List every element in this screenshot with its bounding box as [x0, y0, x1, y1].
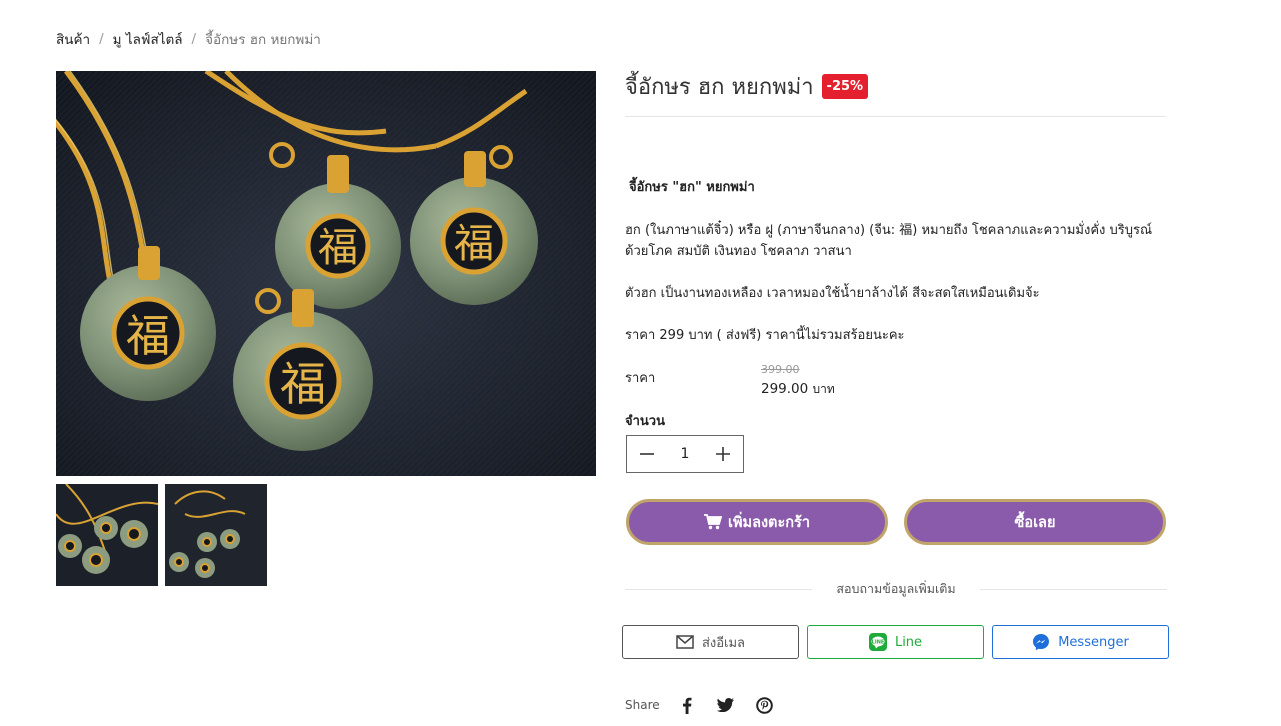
description-paragraph: ราคา 299 บาท ( ส่งฟรี) ราคานี้ไม่รวมสร้อ…	[625, 328, 905, 343]
product-main-image[interactable]: 福 福 福 福	[56, 71, 596, 476]
share-label: Share	[625, 698, 660, 712]
inquiry-title: สอบถามข้อมูลเพิ่มเติม	[836, 581, 956, 596]
title-divider	[625, 116, 1166, 117]
facebook-icon[interactable]	[678, 696, 696, 714]
cart-icon	[704, 514, 723, 530]
messenger-icon	[1032, 633, 1050, 651]
buy-now-label: ซื้อเลย	[1014, 514, 1056, 531]
twitter-icon[interactable]	[717, 696, 735, 714]
svg-text:福: 福	[126, 311, 170, 362]
product-thumbnail-2[interactable]	[165, 484, 267, 586]
share-bar: Share	[625, 693, 795, 717]
product-title: จี้อักษร ฮก หยกพม่า	[625, 75, 814, 100]
breadcrumb-item-products[interactable]: สินค้า	[56, 28, 90, 50]
description-paragraph: ตัวฮก เป็นงานทองเหลือง เวลาหมองใช้น้ำยาล…	[625, 286, 1040, 301]
breadcrumb-current: จี้อักษร ฮก หยกพม่า	[205, 32, 321, 48]
email-contact-button[interactable]: ส่งอีเมล	[622, 625, 799, 659]
svg-text:福: 福	[454, 221, 494, 267]
breadcrumb: สินค้า / มู ไลฟ์สไตล์ / จี้อักษร ฮก หยกพ…	[56, 28, 321, 50]
currency-label: บาท	[812, 382, 835, 396]
plus-icon	[716, 447, 730, 461]
messenger-contact-button[interactable]: Messenger	[992, 625, 1169, 659]
envelope-icon	[676, 635, 694, 649]
sale-price-value: 299.00	[761, 381, 809, 397]
breadcrumb-item-mu-lifestyle[interactable]: มู ไลฟ์สไตล์	[113, 28, 183, 50]
pinterest-icon[interactable]	[756, 696, 774, 714]
add-to-cart-button[interactable]: เพิ่มลงตะกร้า	[626, 499, 888, 545]
buy-now-button[interactable]: ซื้อเลย	[904, 499, 1166, 545]
product-thumbnail-1[interactable]	[56, 484, 158, 586]
product-title-row: จี้อักษร ฮก หยกพม่า -25%	[625, 69, 869, 104]
line-icon: LINE	[868, 633, 887, 651]
minus-icon	[640, 453, 654, 455]
quantity-increase-button[interactable]	[703, 436, 743, 472]
email-contact-label: ส่งอีเมล	[701, 635, 746, 651]
breadcrumb-separator: /	[191, 31, 197, 47]
sale-price: 299.00 บาท	[761, 380, 835, 399]
breadcrumb-separator: /	[99, 31, 104, 47]
add-to-cart-label: เพิ่มลงตะกร้า	[728, 514, 810, 531]
svg-text:LINE: LINE	[872, 640, 885, 646]
quantity-stepper: 1	[626, 435, 744, 473]
svg-text:福: 福	[280, 357, 326, 411]
original-price: 399.00	[761, 363, 800, 376]
line-contact-label: Line	[894, 634, 923, 650]
description-heading: จี้อักษร "ฮก" หยกพม่า	[629, 180, 755, 195]
quantity-input[interactable]: 1	[667, 446, 703, 462]
line-contact-button[interactable]: LINE Line	[807, 625, 984, 659]
price-label: ราคา	[625, 371, 656, 386]
description-paragraph: ฮก (ในภาษาแต้จิ๋ว) หรือ ฝู (ภาษาจีนกลาง)…	[625, 223, 1153, 259]
divider-line	[979, 588, 1168, 590]
quantity-label: จำนวน	[625, 414, 665, 429]
svg-text:福: 福	[318, 225, 358, 271]
inquiry-section-header: สอบถามข้อมูลเพิ่มเติม	[625, 579, 1168, 599]
messenger-contact-label: Messenger	[1058, 634, 1129, 650]
quantity-decrease-button[interactable]	[627, 436, 667, 472]
discount-badge: -25%	[821, 74, 869, 99]
divider-line	[625, 588, 813, 590]
